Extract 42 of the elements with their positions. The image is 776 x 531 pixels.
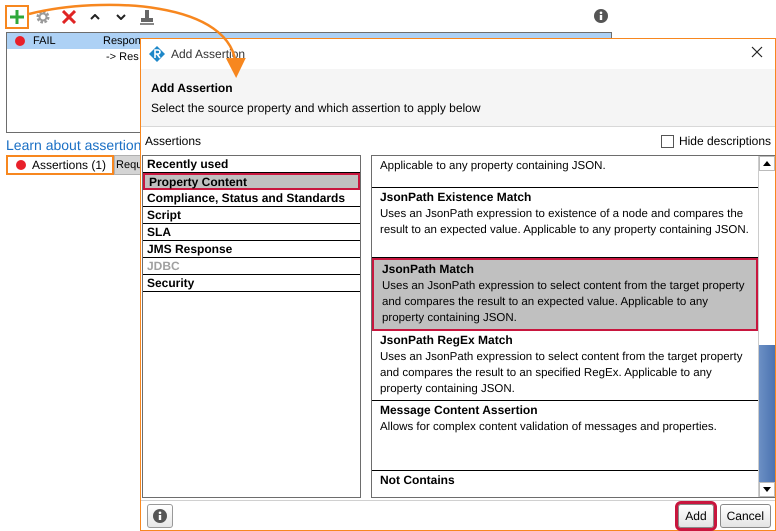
category-item[interactable]: Property Content: [143, 173, 360, 190]
category-item[interactable]: Security: [143, 275, 360, 292]
scrollbar[interactable]: [758, 156, 775, 497]
detail-text: -> Res: [106, 51, 139, 63]
scroll-down-icon[interactable]: [763, 486, 771, 492]
dialog-button[interactable]: Cancel: [720, 504, 771, 528]
status-text: FAIL: [33, 35, 56, 47]
info-icon: [153, 508, 167, 522]
tab-label: Assertions (1): [32, 158, 106, 172]
section-label: Assertions: [145, 134, 202, 148]
caret-down-icon: [116, 14, 126, 20]
assertion-type-item[interactable]: JsonPath Match Uses an JsonPath expression to select content from the target property and compares the result to an expected value. Applicable to any property containing JSON.: [372, 258, 758, 331]
stamp-icon: [139, 9, 155, 25]
assertion-type-name: JsonPath RegEx Match: [380, 333, 514, 347]
plus-icon: [9, 9, 25, 25]
assertion-type-name: Not Contains: [380, 473, 456, 487]
assertion-type-name: JsonPath Existence Match: [380, 190, 532, 204]
tab[interactable]: Assertions (1): [6, 155, 114, 175]
scrollbar-thumb[interactable]: [759, 345, 775, 482]
assertion-type-name: JsonPath Match: [382, 262, 476, 276]
app-logo-icon: [149, 46, 165, 62]
gear-icon: [35, 9, 51, 25]
assertion-type-name: Message Content Assertion: [380, 403, 539, 417]
assertion-type-description: Uses an JsonPath expression to existence of a node and compares the result to an expected value. Applicable to any property containing JSON.: [380, 207, 750, 238]
assertion-type-description: Uses an JsonPath expression to select content from the target property and compares the result to an expected value. Applicable to any property containing JSON.: [382, 279, 746, 326]
assertion-type-description: Uses an JsonPath expression to select content from the target property and compares the result to an specified RegEx. Applicable to any property containing JSON.: [380, 350, 744, 397]
close-icon: [62, 10, 76, 24]
scroll-up-icon[interactable]: [763, 161, 771, 166]
info-icon[interactable]: [594, 9, 608, 23]
close-icon: [751, 46, 763, 58]
info-button[interactable]: [147, 504, 173, 528]
category-item[interactable]: Script: [143, 207, 360, 224]
checkbox-label: Hide descriptions: [678, 134, 771, 148]
category-item[interactable]: Recently used: [143, 156, 360, 173]
assertion-type-description: Allows for complex content validation of messages and properties.: [380, 420, 718, 435]
caret-up-icon: [90, 14, 100, 20]
dialog-heading: Add Assertion: [151, 80, 234, 94]
type-text: Respon: [103, 35, 141, 47]
category-item[interactable]: Compliance, Status and Standards: [143, 190, 360, 207]
dialog-subtitle: Select the source property and which assertion to apply below: [151, 100, 482, 114]
assertion-type-description: Applicable to any property containing JSON.: [380, 159, 607, 174]
checkbox[interactable]: [660, 134, 674, 148]
